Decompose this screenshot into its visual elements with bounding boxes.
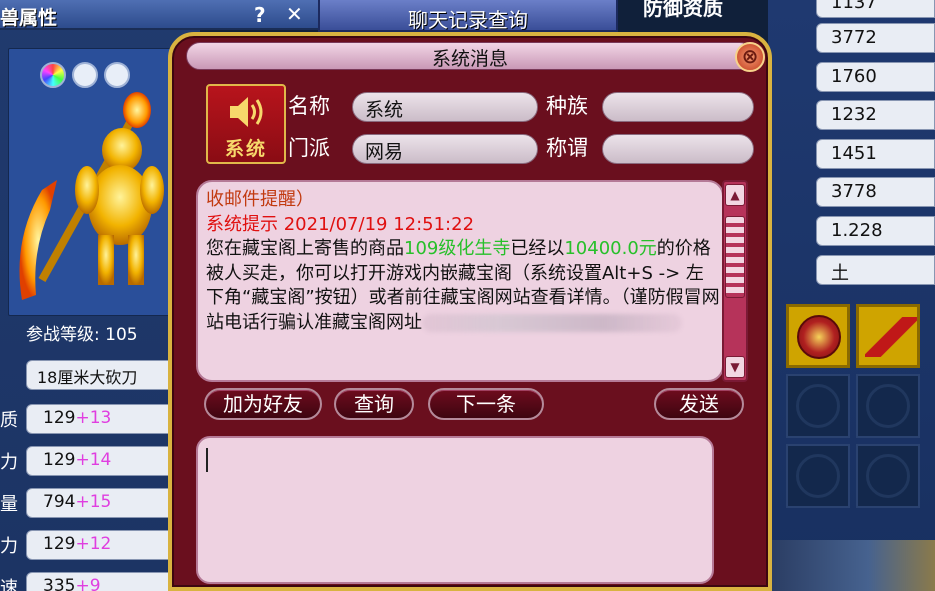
attribute-label: 力	[0, 452, 18, 473]
empty-slot-icon	[796, 384, 840, 428]
message-input[interactable]	[196, 436, 714, 584]
dialog-header: 系统消息	[186, 42, 754, 70]
equipment-slot-beast[interactable]	[856, 304, 920, 368]
stat-value: 3772	[816, 23, 935, 53]
system-avatar: 系统	[206, 84, 286, 164]
equipment-slot-emblem[interactable]	[786, 304, 850, 368]
next-message-button[interactable]: 下一条	[428, 388, 544, 420]
attribute-value: 129+14	[26, 446, 176, 476]
system-message-dialog: 系统消息 ⊗ 系统 名称 系统 种族 门派 网易 称谓 收邮件提醒） 系统提示 …	[168, 32, 772, 591]
equipment-slot-empty[interactable]	[786, 374, 850, 438]
scroll-thumb[interactable]	[725, 216, 745, 298]
attribute-value: 129+13	[26, 404, 176, 434]
message-body-pre: 您在藏宝阁上寄售的商品	[206, 238, 404, 259]
stat-value: 3778	[816, 177, 935, 207]
attribute-label: 质	[0, 410, 18, 431]
message-heading: 收邮件提醒）	[206, 189, 314, 210]
battle-level-label: 参战等级: 105	[26, 325, 138, 345]
scenery-background	[768, 540, 935, 591]
stat-value: 1137	[816, 0, 935, 18]
equipment-slot-empty[interactable]	[856, 374, 920, 438]
chat-log-window-titlebar: 聊天记录查询	[318, 0, 618, 32]
empty-slot-icon	[866, 384, 910, 428]
weapon-field: 18厘米大砍刀	[26, 360, 176, 390]
pet-attributes-title: 兽属性	[0, 7, 58, 29]
pet-attributes-titlebar: 兽属性 ? ✕	[0, 0, 318, 30]
query-button[interactable]: 查询	[334, 388, 414, 420]
message-body-mid: 已经以	[510, 238, 565, 259]
equipment-slot-empty[interactable]	[786, 444, 850, 508]
attribute-value: 335+9	[26, 572, 176, 591]
help-button[interactable]: ?	[254, 3, 266, 27]
beast-icon	[865, 317, 917, 357]
send-button[interactable]: 发送	[654, 388, 744, 420]
stat-value: 1.228	[816, 216, 935, 246]
message-price: 10400.0元	[564, 238, 657, 259]
school-label: 门派	[288, 136, 330, 160]
empty-slot-icon	[866, 454, 910, 498]
attribute-label: 量	[0, 494, 18, 515]
equipment-slot-empty[interactable]	[856, 444, 920, 508]
scroll-down-icon[interactable]: ▼	[725, 356, 745, 378]
message-text: 收邮件提醒） 系统提示 2021/07/19 12:51:22 您在藏宝阁上寄售…	[206, 188, 720, 335]
attribute-value: 794+15	[26, 488, 176, 518]
dialog-title: 系统消息	[431, 48, 508, 70]
defense-aptitude-label: 防御资质	[643, 0, 723, 20]
empty-slot-icon	[796, 454, 840, 498]
close-icon[interactable]: ⊗	[735, 42, 765, 72]
pet-figure-image	[19, 92, 164, 300]
attribute-label: 速	[0, 578, 18, 591]
school-field: 网易	[352, 134, 538, 164]
stat-value: 1232	[816, 100, 935, 130]
close-icon[interactable]: ✕	[286, 2, 303, 26]
avatar-label: 系统	[224, 138, 267, 160]
message-item: 109级化生寺	[404, 238, 511, 259]
emblem-icon	[797, 315, 841, 359]
message-scrollbar[interactable]: ▲ ▼	[722, 180, 748, 382]
message-system-line: 系统提示 2021/07/19 12:51:22	[206, 213, 475, 235]
stat-value: 土	[816, 255, 935, 285]
message-display[interactable]: 收邮件提醒） 系统提示 2021/07/19 12:51:22 您在藏宝阁上寄售…	[196, 180, 724, 382]
speaker-icon	[230, 97, 263, 127]
race-field	[602, 92, 754, 122]
name-label: 名称	[288, 94, 330, 118]
chat-log-title: 聊天记录查询	[408, 8, 528, 32]
race-label: 种族	[546, 94, 588, 118]
stat-value: 1451	[816, 139, 935, 169]
blurred-url	[422, 313, 682, 332]
stat-value: 1760	[816, 62, 935, 92]
add-friend-button[interactable]: 加为好友	[204, 388, 322, 420]
honor-label: 称谓	[546, 136, 588, 160]
name-field: 系统	[352, 92, 538, 122]
scroll-up-icon[interactable]: ▲	[725, 184, 745, 206]
text-caret	[206, 448, 208, 472]
honor-field	[602, 134, 754, 164]
attribute-label: 力	[0, 536, 18, 557]
attribute-value: 129+12	[26, 530, 176, 560]
